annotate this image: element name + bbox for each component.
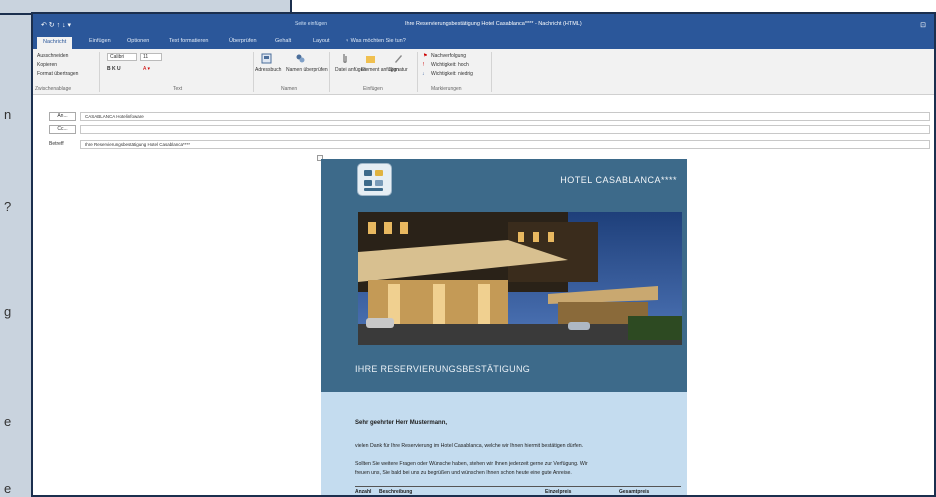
bg-letter: n [4, 107, 12, 122]
tell-me-search[interactable]: ♀ Was möchten Sie tun? [345, 38, 406, 44]
to-button[interactable]: An... [49, 112, 76, 121]
cc-button[interactable]: Cc... [49, 125, 76, 134]
tab-ueberpruefen[interactable]: Überprüfen [229, 38, 257, 44]
column-header: Beschreibung [379, 489, 413, 495]
subject-label: Betreff [49, 141, 64, 147]
hotel-logo [357, 163, 392, 196]
bg-letter: ? [4, 199, 12, 214]
tab-optionen[interactable]: Optionen [127, 38, 149, 44]
attach-file-icon[interactable] [339, 53, 350, 64]
subject-input[interactable]: Ihre Reservierungsbestätigung Hotel Casa… [80, 140, 930, 149]
ribbon-tabs: Nachricht Einfügen Optionen Text formati… [33, 35, 934, 49]
paragraph-2: Sollten Sie weitere Fragen oder Wünsche … [355, 461, 588, 467]
bg-letter: e [4, 414, 12, 429]
followup-flag-icon[interactable]: ⚑ [423, 53, 427, 59]
outlook-message-window: ↶ ↻ ↑ ↓ ▾ Seite einfügen Ihre Reservieru… [31, 12, 936, 497]
column-header: Gesamtpreis [619, 489, 650, 495]
ribbon-separator [253, 52, 254, 92]
group-label-names: Namen [281, 86, 298, 92]
format-painter-button[interactable]: Format übertragen [37, 71, 78, 77]
background-window-top [290, 0, 936, 12]
tab-text-formatieren[interactable]: Text formatieren [169, 38, 208, 44]
column-header: Einzelpreis [545, 489, 572, 495]
title-bar: ↶ ↻ ↑ ↓ ▾ Seite einfügen Ihre Reservieru… [33, 14, 934, 35]
address-book-icon[interactable] [261, 53, 272, 64]
paragraph-2-line-2: freuen uns, Sie bald bei uns zu begrüßen… [355, 470, 572, 476]
font-size-select[interactable]: 11 [140, 53, 162, 61]
group-label-clipboard: Zwischenablage [35, 86, 72, 92]
booking-table-header: Anzahl Beschreibung Einzelpreis Gesamtpr… [355, 486, 681, 495]
font-style-buttons[interactable]: B K U [107, 66, 121, 72]
signature-icon[interactable] [393, 53, 404, 64]
cc-field-row: Cc... [33, 124, 934, 135]
low-importance-button[interactable]: Wichtigkeit: niedrig [431, 71, 473, 77]
tab-nachricht[interactable]: Nachricht [37, 37, 73, 49]
ribbon-separator [491, 52, 492, 92]
ribbon-separator [329, 52, 330, 92]
bg-letter: e [4, 481, 12, 496]
subject-field-row: Betreff Ihre Reservierungsbestätigung Ho… [33, 139, 934, 150]
attach-item-icon[interactable] [365, 53, 376, 64]
to-input[interactable]: CASABLANCA Hotelinfoware [80, 112, 930, 121]
copy-button[interactable]: Kopieren [37, 62, 57, 68]
hotel-name: HOTEL CASABLANCA**** [560, 175, 677, 185]
followup-button[interactable]: Nachverfolgung [431, 53, 466, 59]
group-label-tags: Markierungen [431, 86, 462, 92]
cut-button[interactable]: Ausschneiden [37, 53, 68, 59]
tab-layout[interactable]: Layout [313, 38, 330, 44]
group-label-text: Text [173, 86, 183, 92]
address-book-button[interactable]: Adressbuch [255, 67, 281, 73]
section-title: IHRE RESERVIERUNGSBESTÄTIGUNG [355, 364, 531, 374]
screenshot-root: n ? g e e ↶ ↻ ↑ ↓ ▾ Seite einfügen Ihre … [0, 0, 936, 497]
restore-icon[interactable]: ⊡ [920, 21, 926, 29]
greeting: Sehr geehrter Herr Mustermann, [355, 420, 448, 426]
contextual-tab-label: Seite einfügen [295, 21, 327, 27]
signature-button[interactable]: Signatur [389, 67, 408, 73]
group-label-include: Einfügen [363, 86, 383, 92]
column-header: Anzahl [355, 489, 372, 495]
to-field-row: An... CASABLANCA Hotelinfoware [33, 111, 934, 122]
check-names-icon[interactable] [295, 53, 306, 64]
hotel-photo [358, 212, 682, 345]
quick-access-toolbar[interactable]: ↶ ↻ ↑ ↓ ▾ [41, 21, 71, 29]
ribbon-separator [99, 52, 100, 92]
tab-gehalt[interactable]: Gehalt [275, 38, 291, 44]
paragraph-1: vielen Dank für Ihre Reservierung im Hot… [355, 443, 584, 449]
email-header: HOTEL CASABLANCA**** [321, 159, 687, 202]
check-names-button[interactable]: Namen überprüfen [286, 67, 328, 73]
low-importance-icon[interactable]: ↓ [422, 71, 425, 77]
tab-einfuegen[interactable]: Einfügen [89, 38, 111, 44]
ribbon-separator [417, 52, 418, 92]
high-importance-button[interactable]: Wichtigkeit: hoch [431, 62, 469, 68]
bg-letter: g [4, 304, 12, 319]
high-importance-icon[interactable]: ! [423, 62, 424, 68]
email-body: HOTEL CASABLANCA**** IHRE RESERVIERUNGSB… [321, 159, 687, 495]
font-color-icon[interactable]: A ▾ [143, 66, 150, 72]
window-title: Ihre Reservierungsbestätigung Hotel Casa… [405, 21, 582, 27]
font-family-select[interactable]: Calibri [107, 53, 137, 61]
cc-input[interactable] [80, 125, 930, 134]
ribbon: Ausschneiden Kopieren Format übertragen … [33, 49, 934, 95]
